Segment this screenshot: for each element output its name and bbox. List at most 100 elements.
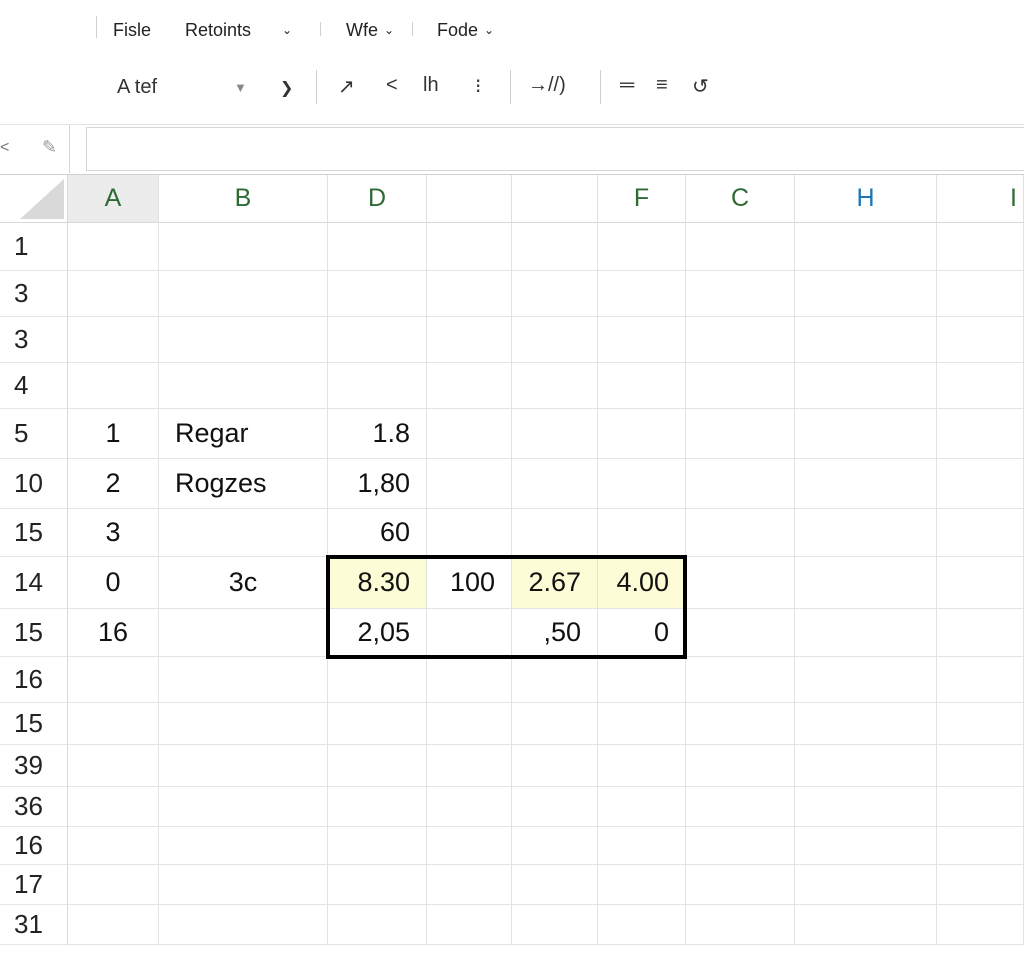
cell[interactable] [686, 787, 795, 827]
cell[interactable] [512, 787, 598, 827]
cell[interactable] [512, 905, 598, 945]
row-header[interactable]: 5 [0, 409, 68, 459]
cell[interactable]: 16 [68, 609, 159, 657]
column-header-b[interactable]: B [159, 175, 328, 223]
cell[interactable] [427, 409, 512, 459]
cell[interactable] [598, 865, 686, 905]
cell[interactable] [598, 409, 686, 459]
undo-icon[interactable]: ↺ [692, 74, 709, 99]
cell[interactable] [937, 745, 1024, 787]
cell[interactable] [686, 657, 795, 703]
cell[interactable] [795, 459, 937, 509]
cell[interactable] [598, 703, 686, 745]
align-icon[interactable]: ═ [620, 74, 634, 97]
cell[interactable] [937, 317, 1024, 363]
cell[interactable] [427, 657, 512, 703]
cell[interactable]: 3 [68, 509, 159, 557]
menu-file[interactable]: Fisle [113, 20, 151, 41]
cell[interactable] [795, 703, 937, 745]
cell[interactable]: 1 [68, 409, 159, 459]
cell[interactable] [686, 827, 795, 865]
cell[interactable] [795, 787, 937, 827]
cell[interactable] [937, 409, 1024, 459]
menu-retoints[interactable]: Retoints [185, 20, 251, 41]
cell[interactable] [937, 827, 1024, 865]
chevron-down-icon[interactable]: ❯ [280, 78, 293, 98]
row-header[interactable]: 16 [0, 827, 68, 865]
cell[interactable] [328, 787, 427, 827]
row-header[interactable]: 1 [0, 223, 68, 271]
cell[interactable] [937, 905, 1024, 945]
cell[interactable] [427, 787, 512, 827]
row-header[interactable]: 36 [0, 787, 68, 827]
cell[interactable] [159, 509, 328, 557]
cell[interactable] [427, 865, 512, 905]
cell[interactable] [68, 865, 159, 905]
cell[interactable] [686, 409, 795, 459]
cell[interactable] [159, 363, 328, 409]
cell[interactable] [686, 363, 795, 409]
row-header[interactable]: 15 [0, 703, 68, 745]
cell[interactable] [68, 745, 159, 787]
cell[interactable] [512, 703, 598, 745]
cell[interactable] [427, 609, 512, 657]
cell[interactable] [68, 223, 159, 271]
row-header[interactable]: 4 [0, 363, 68, 409]
cell[interactable] [159, 745, 328, 787]
cell[interactable]: 2,05 [328, 609, 427, 657]
cell[interactable] [686, 223, 795, 271]
column-header-blank-3[interactable] [427, 175, 512, 223]
cell[interactable] [795, 363, 937, 409]
formula-input[interactable] [86, 127, 1024, 171]
indent-arrow-icon[interactable]: →//) [528, 74, 566, 97]
cell[interactable]: 3c [159, 557, 328, 609]
cell[interactable] [598, 657, 686, 703]
cell[interactable] [512, 657, 598, 703]
cell[interactable] [328, 865, 427, 905]
cell[interactable] [159, 827, 328, 865]
cell[interactable] [795, 657, 937, 703]
font-name-box[interactable]: A tef [117, 76, 157, 99]
cell[interactable] [686, 271, 795, 317]
cell[interactable] [512, 271, 598, 317]
cell[interactable] [159, 657, 328, 703]
cell[interactable]: 4.00 [598, 557, 686, 609]
cell[interactable] [686, 557, 795, 609]
column-header-i[interactable]: I [937, 175, 1024, 223]
cell[interactable] [937, 703, 1024, 745]
cell[interactable] [328, 363, 427, 409]
cell[interactable] [937, 271, 1024, 317]
row-header[interactable]: 3 [0, 317, 68, 363]
cell[interactable] [795, 509, 937, 557]
cell[interactable] [686, 317, 795, 363]
column-header-blank-4[interactable] [512, 175, 598, 223]
cell[interactable] [686, 745, 795, 787]
cell[interactable] [68, 787, 159, 827]
cell[interactable] [159, 865, 328, 905]
cell[interactable] [68, 317, 159, 363]
cell[interactable] [937, 787, 1024, 827]
cell[interactable] [68, 905, 159, 945]
cell[interactable] [512, 865, 598, 905]
cell[interactable] [686, 703, 795, 745]
cell[interactable] [598, 827, 686, 865]
cell[interactable] [427, 905, 512, 945]
cell[interactable] [795, 317, 937, 363]
cell[interactable] [512, 363, 598, 409]
cell[interactable] [512, 745, 598, 787]
cell[interactable] [686, 459, 795, 509]
cell[interactable] [512, 409, 598, 459]
row-header[interactable]: 14 [0, 557, 68, 609]
cell[interactable] [686, 509, 795, 557]
cell[interactable]: Rogzes [159, 459, 328, 509]
cell[interactable] [159, 787, 328, 827]
menu-fode[interactable]: Fode ⌄ [437, 20, 494, 41]
cell[interactable] [159, 223, 328, 271]
cell[interactable] [598, 787, 686, 827]
cell[interactable] [328, 271, 427, 317]
column-header-h[interactable]: H [795, 175, 937, 223]
cell[interactable] [159, 271, 328, 317]
expand-arrow-icon[interactable]: ↗ [338, 74, 355, 99]
row-header[interactable]: 31 [0, 905, 68, 945]
chevron-left-icon[interactable]: < [386, 74, 398, 97]
